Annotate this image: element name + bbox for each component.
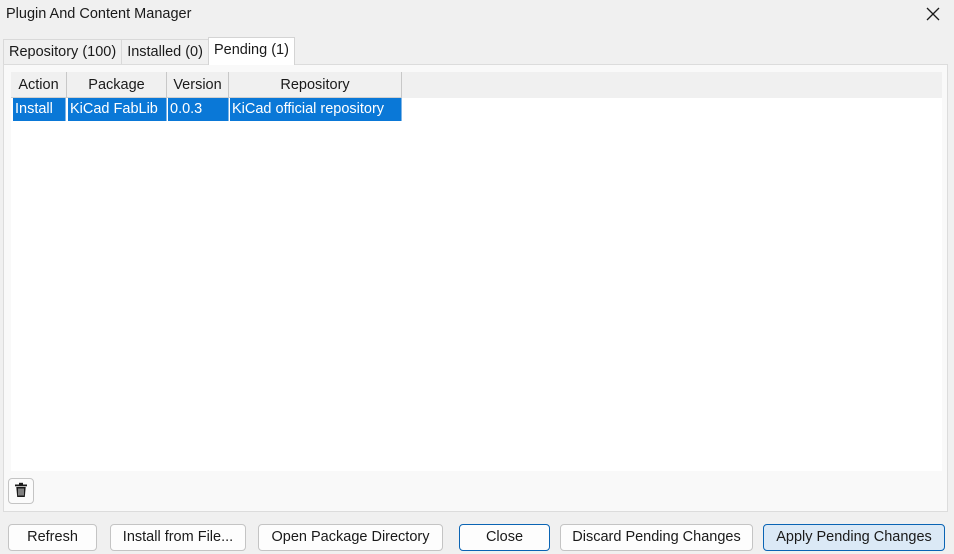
cell-action[interactable]: Install xyxy=(13,98,66,121)
apply-pending-changes-button[interactable]: Apply Pending Changes xyxy=(763,524,945,551)
tab-installed[interactable]: Installed (0) xyxy=(121,39,209,65)
column-header-action[interactable]: Action xyxy=(11,72,67,98)
close-button[interactable]: Close xyxy=(459,524,550,551)
title-bar: Plugin And Content Manager xyxy=(0,0,954,30)
tab-pending[interactable]: Pending (1) xyxy=(207,37,295,65)
refresh-button[interactable]: Refresh xyxy=(8,524,97,551)
column-header-version[interactable]: Version xyxy=(167,72,229,98)
tab-bar: Repository (100) Installed (0) Pending (… xyxy=(3,37,295,65)
discard-pending-changes-button[interactable]: Discard Pending Changes xyxy=(560,524,753,551)
close-icon[interactable] xyxy=(922,3,944,25)
cell-version[interactable]: 0.0.3 xyxy=(168,98,229,121)
trash-icon xyxy=(14,482,28,501)
window-title: Plugin And Content Manager xyxy=(6,6,192,22)
column-header-repository[interactable]: Repository xyxy=(229,72,402,98)
delete-pending-button[interactable] xyxy=(8,478,34,504)
pending-grid: Action Package Version Repository Instal… xyxy=(11,72,942,471)
cell-package[interactable]: KiCad FabLib xyxy=(68,98,167,121)
column-header-package[interactable]: Package xyxy=(67,72,167,98)
cell-repository[interactable]: KiCad official repository xyxy=(230,98,402,121)
open-package-directory-button[interactable]: Open Package Directory xyxy=(258,524,443,551)
tab-repository[interactable]: Repository (100) xyxy=(3,39,123,65)
pending-panel: Action Package Version Repository Instal… xyxy=(3,64,948,512)
install-from-file-button[interactable]: Install from File... xyxy=(110,524,246,551)
